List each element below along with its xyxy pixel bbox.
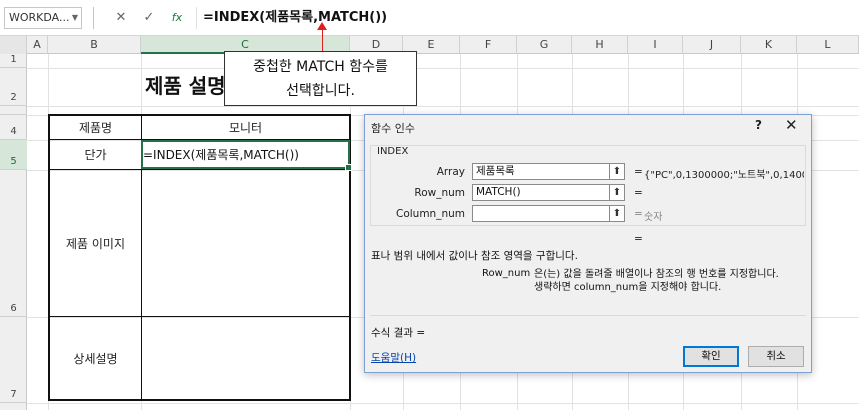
row-header-4[interactable]: 4 [0,115,27,140]
arg-result-array: {"PC",0,1300000;"노트북",0,1400000 [644,170,804,181]
column-header-g[interactable]: G [517,36,572,54]
cell-b5[interactable]: 단가 [50,140,141,169]
name-box[interactable]: WORKDA... ▼ [4,7,82,29]
collapse-dialog-icon[interactable]: ⬆ [609,205,625,222]
ok-button[interactable]: 확인 [683,346,739,367]
close-icon[interactable]: ✕ [785,116,798,134]
row-header-2[interactable]: 2 [0,68,27,106]
column-header-a[interactable]: A [27,36,48,54]
help-link[interactable]: 도움말(H) [371,350,416,365]
arg-label-array: Array [436,166,465,178]
callout-arrowhead [317,22,327,30]
arg-result-column-num: 숫자 [644,212,663,223]
column-header-k[interactable]: K [741,36,797,54]
arg-description: 은(는) 값을 돌려줄 배열이나 참조의 행 번호를 지정합니다. 생략하면 c… [534,268,779,294]
insert-function-icon[interactable]: fx [166,8,188,28]
collapse-dialog-icon[interactable]: ⬆ [609,184,625,201]
callout-line-1: 중첩한 MATCH 함수를 [253,59,388,75]
row-header-6[interactable]: 6 [0,170,27,317]
select-all-corner[interactable] [0,36,27,54]
row-header-1[interactable]: 1 [0,54,27,68]
cell-c5-formula: =INDEX(제품목록,MATCH()) [143,148,299,162]
function-name-label: INDEX [375,146,411,157]
column-header-b[interactable]: B [48,36,141,54]
arg-description-label: Row_num [482,268,531,279]
arg-description-line-2: 생략하면 column_num을 지정해야 합니다. [534,282,722,293]
formula-bar: WORKDA... ▼ ✕ ✓ fx =INDEX(제품목록,MATCH()) [0,0,859,36]
dialog-title: 함수 인수 [371,122,415,135]
arg-description-line-1: 은(는) 값을 돌려줄 배열이나 참조의 행 번호를 지정합니다. [534,269,779,280]
cell-c6[interactable] [142,170,349,316]
chevron-down-icon[interactable]: ▼ [72,8,78,28]
arg-eq-array: = [634,166,643,178]
arg-input-array[interactable]: 제품목록 [472,163,611,180]
sheet-title[interactable]: 제품 설명 [145,70,226,99]
function-arguments-dialog: 함수 인수 ? ✕ INDEX Array 제품목록 ⬆ = {"PC",0,1… [364,114,812,373]
row-header-3[interactable]: 3 [0,106,27,115]
function-description: 표나 범위 내에서 값이나 참조 영역을 구합니다. [371,250,578,262]
arg-input-row-num[interactable]: MATCH() [472,184,611,201]
formula-input[interactable]: =INDEX(제품목록,MATCH()) [196,7,856,29]
callout-box: 중첩한 MATCH 함수를 선택합니다. [224,51,417,106]
callout-arrow [322,28,323,51]
callout-line-2: 선택합니다. [286,83,355,99]
fill-handle[interactable] [345,164,352,171]
dialog-divider [370,315,806,316]
formula-bar-separator [93,7,94,29]
gridline [27,68,859,69]
column-header-h[interactable]: H [572,36,628,54]
gridline [27,106,859,107]
cell-b4[interactable]: 제품명 [50,116,141,139]
gridline [27,403,859,404]
name-box-value: WORKDA... [9,11,70,24]
row-header-7[interactable]: 7 [0,317,27,403]
arg-input-column-num[interactable] [472,205,611,222]
row-headers: 1 2 3 4 5 6 7 [0,54,27,410]
column-header-i[interactable]: I [628,36,683,54]
arg-label-row-num: Row_num [414,187,465,199]
enter-icon[interactable]: ✓ [138,8,160,28]
table-border [48,399,350,401]
column-header-j[interactable]: J [683,36,741,54]
formula-result: 수식 결과 = [371,327,426,339]
cell-b6[interactable]: 제품 이미지 [50,170,141,316]
arg-eq-column-num: = [634,208,643,220]
cell-c4[interactable]: 모니터 [142,116,349,139]
cell-c7[interactable] [142,317,349,399]
row-header-5[interactable]: 5 [0,140,27,170]
arg-eq-row-num: = [634,187,643,199]
column-header-l[interactable]: L [797,36,859,54]
cancel-button[interactable]: 취소 [748,346,804,367]
arg-label-column-num: Column_num [396,208,465,220]
help-icon[interactable]: ? [755,118,762,132]
cell-b7[interactable]: 상세설명 [50,317,141,399]
column-headers: A B C D E F G H I J K L [0,36,859,54]
collapse-dialog-icon[interactable]: ⬆ [609,163,625,180]
column-header-f[interactable]: F [460,36,517,54]
cancel-icon[interactable]: ✕ [110,8,132,28]
function-result-eq: = [634,233,643,245]
